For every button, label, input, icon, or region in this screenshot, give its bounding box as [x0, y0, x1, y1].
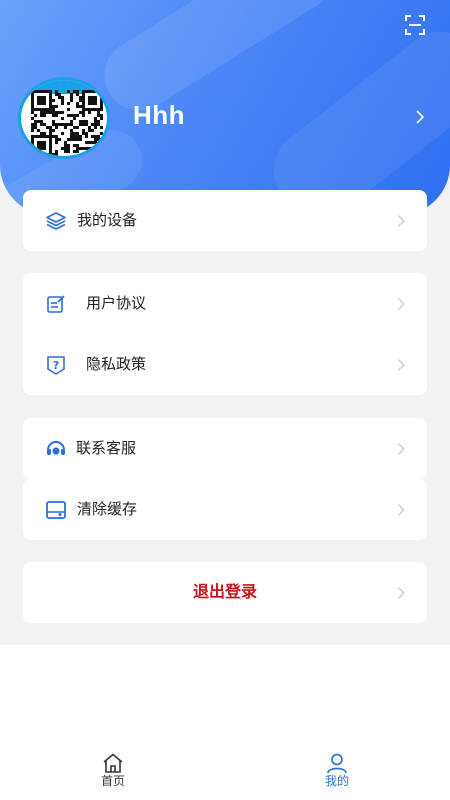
- logout-card: 退出登录: [23, 562, 427, 623]
- svg-text:?: ?: [53, 359, 59, 372]
- menu-item-cache[interactable]: 清除缓存: [23, 479, 427, 540]
- tab-home[interactable]: 首页: [83, 745, 143, 800]
- chevron-right-icon: [398, 215, 405, 227]
- policy-card: 用户协议 ? 隐私政策: [23, 273, 427, 395]
- menu-item-agreement[interactable]: 用户协议: [23, 273, 427, 334]
- scan-icon[interactable]: [404, 14, 426, 36]
- layers-icon: [46, 212, 66, 230]
- menu-item-cache-label: 清除缓存: [77, 500, 138, 518]
- wallet-icon: [46, 501, 66, 519]
- chevron-right-icon[interactable]: [414, 108, 426, 126]
- support-card: 联系客服: [23, 418, 427, 479]
- shield-question-icon: ?: [47, 356, 65, 375]
- avatar[interactable]: [18, 77, 110, 159]
- menu-item-support[interactable]: 联系客服: [23, 418, 427, 479]
- chevron-right-icon: [398, 504, 405, 516]
- qr-code-avatar-icon: [31, 90, 103, 156]
- logout-button[interactable]: 退出登录: [23, 562, 427, 623]
- chevron-right-icon: [398, 298, 405, 310]
- chevron-right-icon: [398, 587, 405, 599]
- headset-icon: [47, 441, 65, 455]
- tab-mine-label: 我的: [324, 774, 349, 788]
- bottom-tab-bar: 首页 我的: [0, 745, 450, 800]
- menu-item-privacy-label: 隐私政策: [86, 355, 147, 373]
- tab-home-label: 首页: [100, 774, 125, 788]
- profile-header: Hhh: [0, 0, 450, 215]
- cache-card: 清除缓存: [23, 479, 427, 540]
- menu-item-privacy[interactable]: ? 隐私政策: [23, 334, 427, 395]
- menu-item-devices-label: 我的设备: [77, 211, 138, 229]
- logout-label: 退出登录: [192, 582, 257, 601]
- home-icon: [103, 753, 123, 773]
- chevron-right-icon: [398, 359, 405, 371]
- menu-item-agreement-label: 用户协议: [86, 294, 147, 312]
- username[interactable]: Hhh: [133, 100, 185, 131]
- menu-item-support-label: 联系客服: [76, 439, 137, 457]
- user-icon: [327, 753, 347, 774]
- chevron-right-icon: [398, 443, 405, 455]
- header-decoration: [91, 0, 349, 124]
- document-edit-icon: [47, 295, 65, 313]
- devices-card: 我的设备: [23, 190, 427, 251]
- menu-item-devices[interactable]: 我的设备: [23, 190, 427, 251]
- tab-mine[interactable]: 我的: [307, 745, 367, 800]
